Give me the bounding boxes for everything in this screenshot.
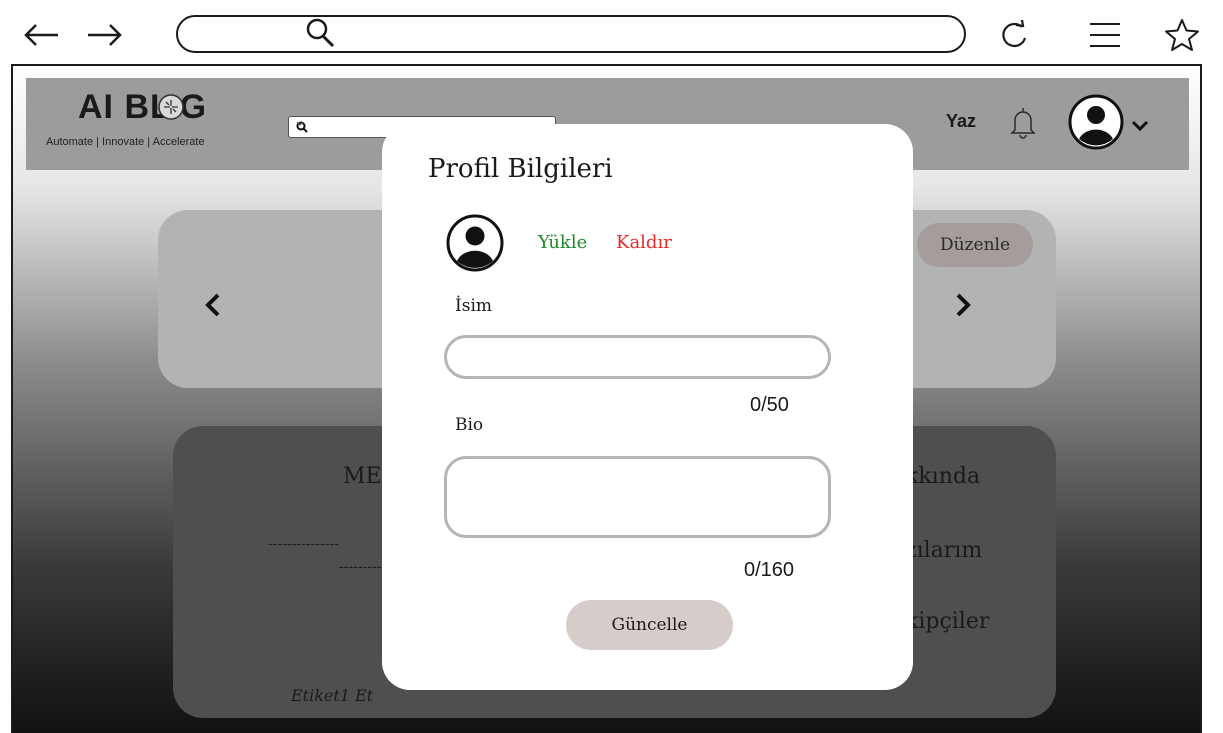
- bell-icon[interactable]: [1006, 104, 1040, 140]
- edit-profile-button[interactable]: Düzenle: [917, 223, 1033, 267]
- update-button[interactable]: Güncelle: [566, 600, 733, 650]
- name-field[interactable]: [444, 335, 831, 379]
- menu-about[interactable]: kkında: [905, 464, 980, 489]
- address-bar[interactable]: [176, 15, 966, 53]
- star-icon[interactable]: [1163, 17, 1201, 53]
- chevron-down-icon[interactable]: [1130, 119, 1150, 133]
- name-char-counter: 0/50: [750, 394, 789, 416]
- upload-photo-link[interactable]: Yükle: [538, 232, 587, 253]
- menu-my-posts[interactable]: zılarım: [905, 538, 982, 563]
- remove-photo-link[interactable]: Kaldır: [616, 232, 672, 253]
- hamburger-menu-icon[interactable]: [1087, 19, 1123, 51]
- post-dash-line: ---------: [339, 559, 382, 575]
- bio-char-counter: 0/160: [744, 559, 795, 581]
- chevron-right-icon[interactable]: [953, 292, 973, 318]
- bio-field[interactable]: [444, 456, 831, 538]
- browser-chrome: [0, 0, 1223, 62]
- brain-logo-icon: [158, 94, 184, 120]
- logo-subtitle: Automate | Innovate | Accelerate: [46, 136, 205, 148]
- reload-icon[interactable]: [998, 18, 1032, 52]
- chevron-left-icon[interactable]: [203, 292, 223, 318]
- profile-info-modal: Profil Bilgileri Yükle Kaldır İsim 0/50 …: [382, 124, 913, 690]
- modal-title: Profil Bilgileri: [428, 154, 613, 184]
- post-tags-fragment: Etiket1 Et: [291, 686, 374, 705]
- profile-avatar-icon: [446, 214, 504, 272]
- arrow-right-icon[interactable]: [84, 20, 124, 50]
- name-label: İsim: [455, 296, 492, 316]
- arrow-left-icon[interactable]: [22, 20, 62, 50]
- user-avatar-icon[interactable]: [1068, 94, 1124, 150]
- logo-title[interactable]: AI BL G: [78, 88, 207, 127]
- search-icon: [306, 18, 335, 48]
- post-title-fragment: ME: [343, 464, 382, 489]
- chevron-down-icon: [296, 121, 304, 126]
- bio-label: Bio: [455, 415, 484, 435]
- post-dash-line: ---------------: [268, 536, 339, 552]
- menu-followers[interactable]: kipçiler: [905, 609, 989, 634]
- write-button[interactable]: Yaz: [946, 111, 976, 132]
